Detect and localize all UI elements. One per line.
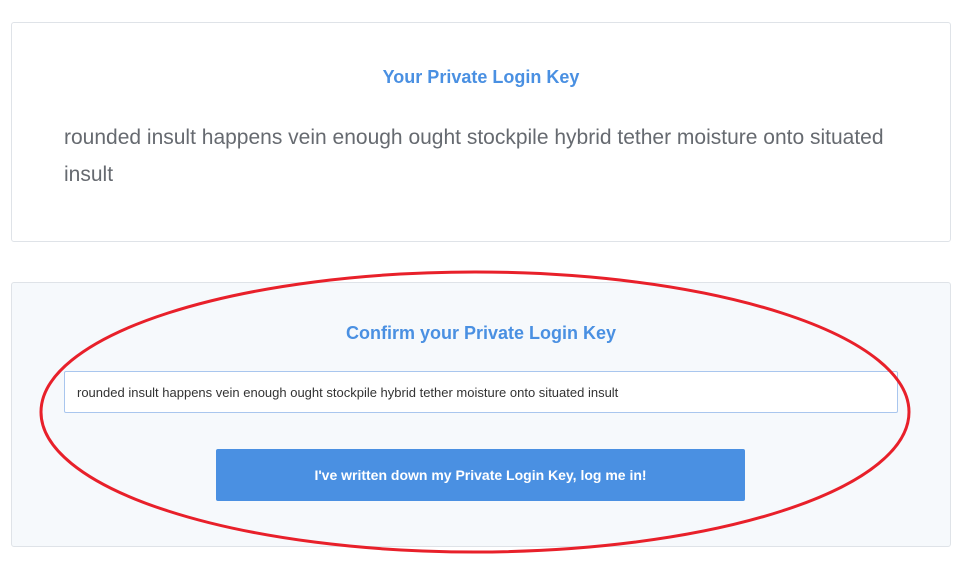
private-key-card: Your Private Login Key rounded insult ha… [11, 22, 951, 242]
private-key-title: Your Private Login Key [382, 67, 580, 87]
login-button[interactable]: I've written down my Private Login Key, … [216, 449, 745, 501]
private-key-phrase: rounded insult happens vein enough ought… [64, 126, 884, 186]
confirm-key-input[interactable] [64, 371, 898, 413]
confirm-key-title: Confirm your Private Login Key [345, 323, 617, 343]
confirm-key-card: Confirm your Private Login Key I've writ… [11, 282, 951, 547]
